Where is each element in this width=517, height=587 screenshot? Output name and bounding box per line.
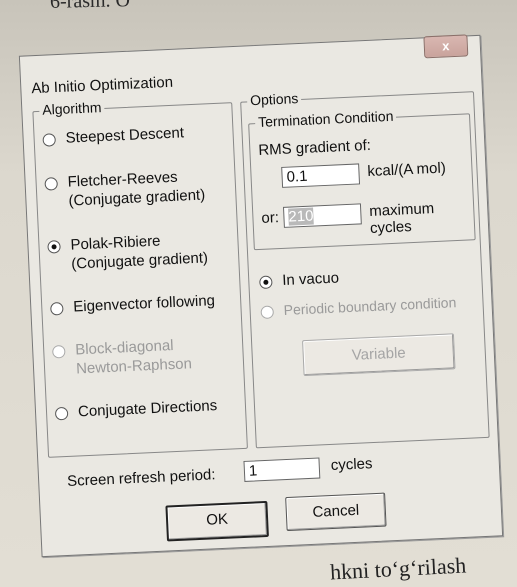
page-top-text: 6-rasm. O [49,0,131,13]
cycles-label: cycles [330,455,373,475]
radio-periodic-boundary: Periodic boundary condition [260,293,457,321]
radio-label: Periodic boundary condition [283,294,457,318]
radio-label: Block-diagonal Newton-Raphson [75,335,193,378]
max-cycles-value: 210 [288,207,314,226]
radio-label: Steepest Descent [65,124,185,147]
termination-group-label: Termination Condition [254,107,397,131]
variable-button: Variable [302,333,456,377]
rms-unit-label: kcal/(A mol) [367,159,447,181]
radio-button-disabled [260,305,275,320]
radio-label: Polak-Ribiere (Conjugate gradient) [70,229,208,273]
radio-label: In vacuo [281,269,340,290]
ab-initio-optimization-dialog: x Ab Initio Optimization Algorithm Steep… [18,34,504,558]
or-label: or: [261,209,280,227]
radio-button[interactable] [44,177,58,191]
radio-button-disabled [52,344,66,359]
radio-eigenvector-following[interactable]: Eigenvector following [50,291,215,317]
algorithm-group: Algorithm Steepest Descent Fletcher-Reev… [32,98,248,458]
radio-button-selected[interactable] [259,275,273,290]
radio-button[interactable] [54,406,69,421]
max-cycles-input[interactable]: 210 [282,203,362,228]
screen-refresh-label: Screen refresh period: [66,466,216,490]
close-button[interactable]: x [423,34,469,59]
cancel-button[interactable]: Cancel [285,492,387,532]
radio-label: Conjugate Directions [77,397,218,421]
radio-label-line1: Fletcher-Reeves [67,168,178,191]
radio-button-selected[interactable] [47,240,61,254]
ok-button[interactable]: OK [165,500,269,542]
rms-gradient-input[interactable]: 0.1 [281,163,361,188]
options-group-label: Options [246,89,302,109]
screen-refresh-input[interactable]: 1 [243,457,321,482]
radio-label-line2: (Conjugate gradient) [68,186,206,210]
radio-label: Eigenvector following [72,292,216,316]
radio-label-line2: Newton-Raphson [75,355,193,378]
termination-condition-group: Termination Condition RMS gradient of: 0… [248,107,476,251]
radio-conjugate-directions[interactable]: Conjugate Directions [54,396,218,422]
radio-polak-ribiere[interactable]: Polak-Ribiere (Conjugate gradient) [47,229,208,274]
radio-in-vacuo[interactable]: In vacuo [259,268,339,291]
radio-block-diagonal: Block-diagonal Newton-Raphson [52,335,192,379]
dialog-title: Ab Initio Optimization [30,73,174,98]
radio-label-line1: Polak-Ribiere [70,232,161,254]
radio-fletcher-reeves[interactable]: Fletcher-Reeves (Conjugate gradient) [44,166,206,211]
radio-button[interactable] [42,133,56,147]
algorithm-group-label: Algorithm [38,98,105,118]
radio-label-line1: Block-diagonal [74,337,174,359]
rms-gradient-label: RMS gradient of: [258,136,372,159]
radio-label: Fletcher-Reeves (Conjugate gradient) [67,166,205,210]
options-group: Options Termination Condition RMS gradie… [240,89,490,449]
radio-label-line2: (Conjugate gradient) [70,249,209,273]
max-cycles-label: maximum cycles [368,200,435,237]
radio-steepest-descent[interactable]: Steepest Descent [42,123,184,148]
radio-button[interactable] [50,301,64,316]
